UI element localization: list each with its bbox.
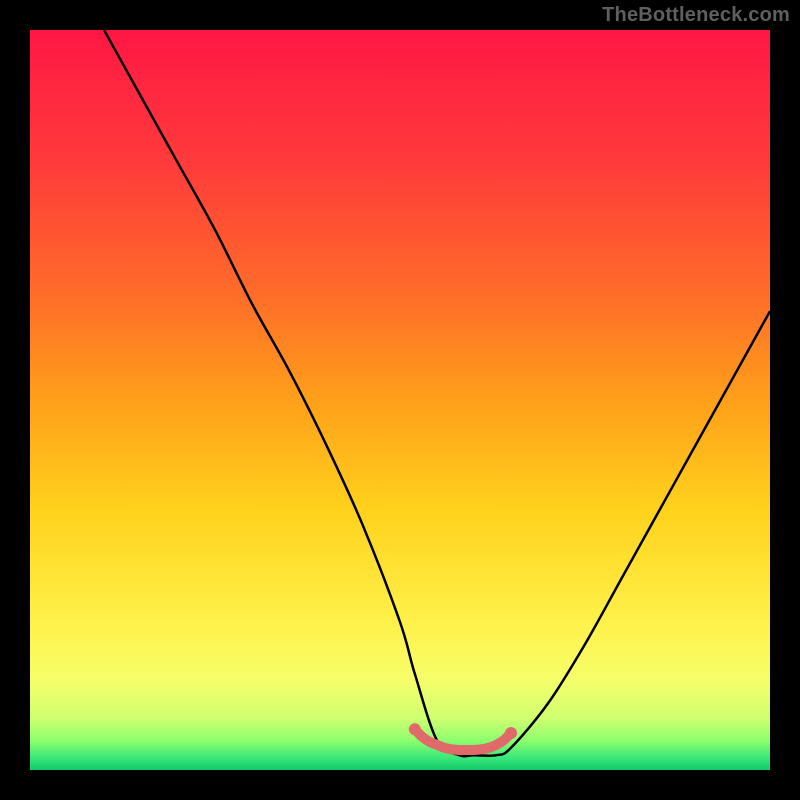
plot-background	[30, 30, 770, 770]
marker-endpoint-dot	[505, 727, 517, 739]
marker-endpoint-dot	[409, 723, 421, 735]
bottleneck-chart	[0, 0, 800, 800]
chart-container: TheBottleneck.com	[0, 0, 800, 800]
watermark-label: TheBottleneck.com	[602, 4, 790, 27]
